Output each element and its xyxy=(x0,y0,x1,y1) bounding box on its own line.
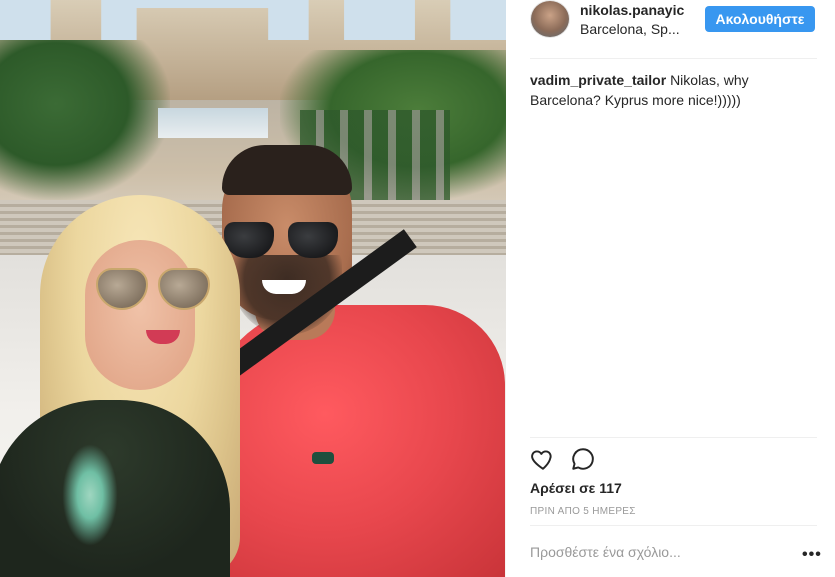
more-options-button[interactable]: ••• xyxy=(802,546,822,564)
avatar[interactable] xyxy=(530,0,570,38)
likes-count[interactable]: Αρέσει σε 117 xyxy=(530,480,622,496)
actions-divider xyxy=(530,437,817,438)
post-sidebar: nikolas.panayic Barcelona, Sp... Ακολουθ… xyxy=(506,0,835,577)
post-photo[interactable] xyxy=(0,0,506,577)
author-username[interactable]: nikolas.panayic xyxy=(580,2,690,18)
follow-button[interactable]: Ακολουθήστε xyxy=(705,6,815,32)
shirt-logo xyxy=(312,452,334,464)
post-header: nikolas.panayic Barcelona, Sp... Ακολουθ… xyxy=(506,0,835,40)
add-comment-input[interactable] xyxy=(530,544,790,560)
woman-face xyxy=(85,240,195,390)
heart-outline-icon[interactable] xyxy=(530,446,556,472)
comment-bubble-icon[interactable] xyxy=(570,446,596,472)
post-timestamp[interactable]: ΠΡΙΝ ΑΠΟ 5 ΗΜΕΡΕΣ xyxy=(530,506,636,517)
waterfall xyxy=(158,108,268,138)
comment-author[interactable]: vadim_private_tailor xyxy=(530,72,666,88)
man-hair xyxy=(222,145,352,195)
header-divider xyxy=(530,58,817,59)
trees-left xyxy=(0,40,170,200)
man-sunglasses xyxy=(224,222,342,262)
floral-embroidery xyxy=(60,440,120,550)
comment-item: vadim_private_tailor Nikolas, why Barcel… xyxy=(530,70,817,110)
post-location[interactable]: Barcelona, Sp... xyxy=(580,21,680,37)
woman-sunglasses xyxy=(96,268,216,312)
post-actions xyxy=(530,446,630,476)
comment-divider xyxy=(530,525,817,526)
